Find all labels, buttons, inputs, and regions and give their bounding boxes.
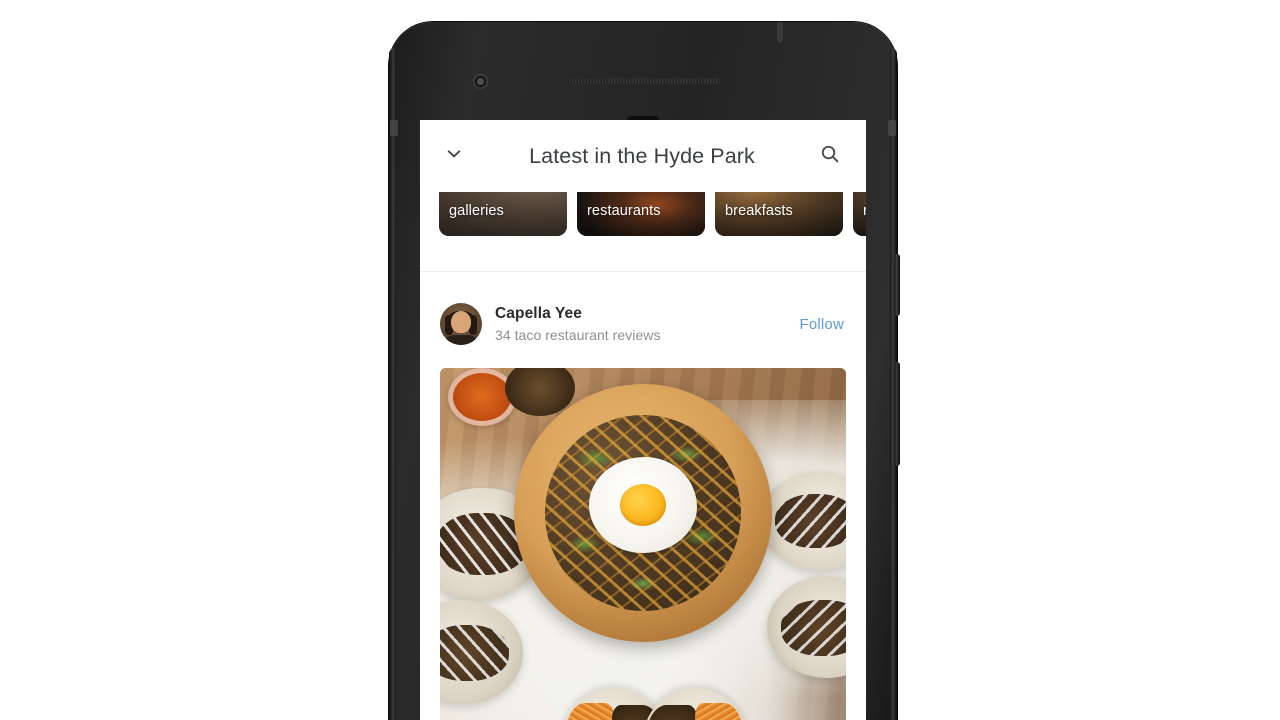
follow-button[interactable]: Follow xyxy=(797,310,846,339)
post-photo[interactable] xyxy=(440,368,846,720)
antenna-band-right xyxy=(888,120,896,136)
photo-burrito-filling xyxy=(647,704,698,720)
chip-label: re xyxy=(863,203,866,219)
category-chip-galleries[interactable]: galleries xyxy=(439,192,567,236)
front-camera-icon xyxy=(473,74,488,89)
author-review-count: 34 taco restaurant reviews xyxy=(495,326,661,343)
phone-screen: Latest in the Hyde Park galleries restau… xyxy=(420,120,866,720)
screenshot-stage: Latest in the Hyde Park galleries restau… xyxy=(0,0,1280,720)
photo-tortilla-bowl xyxy=(514,384,772,642)
power-button[interactable] xyxy=(894,254,900,316)
author-info: Capella Yee 34 taco restaurant reviews xyxy=(482,304,797,345)
search-button[interactable] xyxy=(808,134,852,178)
feed-top-spacer xyxy=(420,272,866,290)
page-title: Latest in the Hyde Park xyxy=(529,143,755,168)
smartphone-device: Latest in the Hyde Park galleries restau… xyxy=(389,22,900,720)
avatar[interactable] xyxy=(440,303,482,345)
volume-rocker-button[interactable] xyxy=(894,362,900,466)
category-chip-partial[interactable]: re xyxy=(853,192,866,236)
chip-label: breakfasts xyxy=(725,203,793,219)
collapse-button[interactable] xyxy=(432,134,476,178)
avatar-body xyxy=(444,335,478,345)
app-header-bar: Latest in the Hyde Park xyxy=(420,120,866,192)
author-name: Capella Yee xyxy=(495,304,582,322)
category-chip-breakfasts[interactable]: breakfasts xyxy=(715,192,843,236)
photo-fried-egg xyxy=(589,457,697,554)
feed-post-card: Capella Yee 34 taco restaurant reviews F… xyxy=(420,290,866,720)
search-icon xyxy=(819,143,841,170)
avatar-face xyxy=(451,311,471,334)
antenna-band-left xyxy=(390,120,398,136)
chip-label: restaurants xyxy=(587,203,661,219)
chevron-down-icon xyxy=(443,143,465,170)
section-divider xyxy=(420,248,866,272)
antenna-band-top xyxy=(777,22,783,42)
category-chip-restaurants[interactable]: restaurants xyxy=(577,192,705,236)
category-chips-scroller[interactable]: galleries restaurants breakfasts r xyxy=(420,192,866,248)
earpiece-speaker-icon xyxy=(566,78,720,84)
category-chips-row: galleries restaurants breakfasts r xyxy=(439,192,866,236)
chip-label: galleries xyxy=(449,203,504,219)
photo-egg-yolk xyxy=(620,484,666,527)
post-author-row: Capella Yee 34 taco restaurant reviews F… xyxy=(420,290,866,352)
device-left-rail xyxy=(389,48,396,720)
